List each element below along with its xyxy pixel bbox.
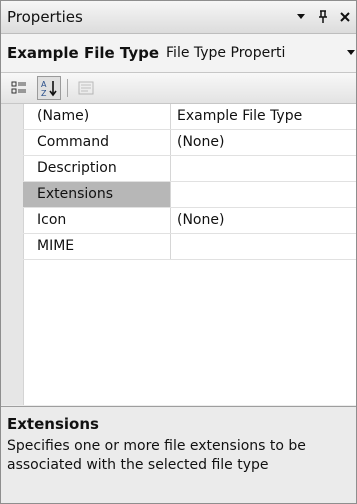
property-value[interactable]: Example File Type	[171, 104, 356, 129]
description-text: Specifies one or more file extensions to…	[7, 438, 306, 473]
pin-icon-glyph	[319, 10, 327, 23]
window-title: Properties	[7, 8, 83, 26]
property-value[interactable]: (None)	[171, 130, 356, 155]
property-row-extensions[interactable]: Extensions	[23, 182, 356, 208]
svg-text:Z: Z	[41, 89, 47, 97]
alphabetical-sort-glyph: A Z	[41, 80, 57, 97]
property-pages-glyph	[78, 81, 94, 95]
toolbar-separator	[67, 79, 68, 97]
pin-icon[interactable]	[312, 6, 334, 28]
title-bar: Properties	[1, 1, 356, 34]
categorized-view-icon[interactable]	[7, 76, 31, 100]
dropdown-arrow-icon[interactable]	[290, 6, 312, 28]
property-value[interactable]	[171, 182, 356, 207]
property-row-command[interactable]: Command (None)	[23, 130, 356, 156]
close-icon[interactable]	[334, 6, 356, 28]
alphabetical-sort-icon[interactable]: A Z	[37, 76, 61, 100]
property-name: Extensions	[23, 182, 171, 207]
property-value[interactable]	[171, 156, 356, 181]
description-pane: Extensions Specifies one or more file ex…	[1, 406, 356, 503]
selector-dropdown-glyph	[347, 50, 355, 55]
property-value[interactable]	[171, 234, 356, 259]
property-name: Icon	[23, 208, 171, 233]
object-selector[interactable]: Example File Type File Type Properti	[1, 34, 356, 73]
grid-gutter	[1, 104, 24, 405]
dropdown-arrow-icon-glyph	[297, 14, 305, 19]
description-title: Extensions	[7, 415, 99, 433]
selected-object-type: File Type Properti	[166, 45, 286, 61]
property-name: Command	[23, 130, 171, 155]
categorized-view-glyph	[11, 81, 26, 94]
property-row-mime[interactable]: MIME	[23, 234, 356, 260]
property-name: (Name)	[23, 104, 171, 129]
property-grid: (Name) Example File Type Command (None) …	[1, 104, 356, 405]
property-value[interactable]: (None)	[171, 208, 356, 233]
selected-object-name: Example File Type	[7, 44, 160, 62]
properties-toolbar: A Z	[1, 73, 356, 104]
property-name: Description	[23, 156, 171, 181]
svg-text:A: A	[41, 80, 47, 89]
properties-window: Properties Example File Type File Type P…	[0, 0, 357, 504]
property-rows: (Name) Example File Type Command (None) …	[23, 104, 356, 260]
property-row-description[interactable]: Description	[23, 156, 356, 182]
dropdown-arrow-icon[interactable]	[346, 38, 356, 68]
property-row-name[interactable]: (Name) Example File Type	[23, 104, 356, 130]
close-icon-glyph	[340, 12, 350, 22]
property-row-icon[interactable]: Icon (None)	[23, 208, 356, 234]
property-pages-icon[interactable]	[74, 76, 98, 100]
property-name: MIME	[23, 234, 171, 259]
